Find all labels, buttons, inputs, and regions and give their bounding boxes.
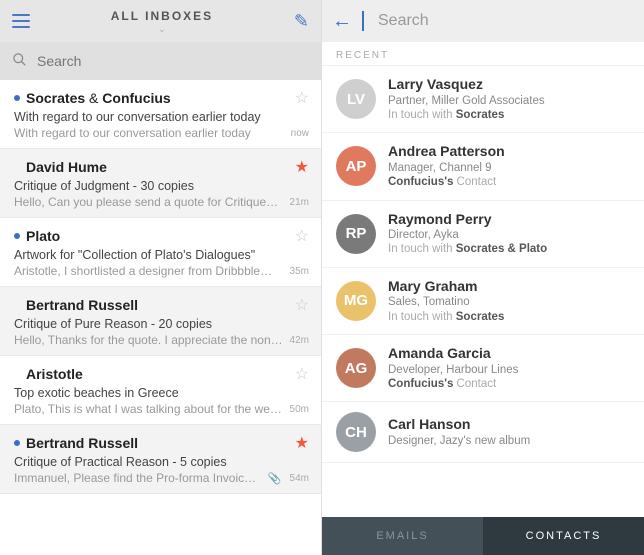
avatar: AG (336, 348, 376, 388)
contact-touch: Confucius's Contact (388, 377, 518, 391)
star-icon[interactable]: ★ (295, 157, 309, 177)
email-row[interactable]: Socrates & Confucius☆ With regard to our … (0, 80, 321, 149)
attachment-icon: 📎 (268, 472, 282, 485)
contacts-search-input[interactable] (378, 12, 634, 30)
email-subject: Critique of Practical Reason - 5 copies (14, 455, 309, 469)
search-icon (12, 52, 27, 71)
contact-text: Larry VasquezPartner, Miller Gold Associ… (388, 76, 545, 122)
contact-list: LV Larry VasquezPartner, Miller Gold Asso… (322, 66, 644, 517)
contact-name: Mary Graham (388, 278, 504, 296)
contact-touch: In touch with Socrates & Plato (388, 242, 547, 256)
contact-text: Mary GrahamSales, TomatinoIn touch with … (388, 278, 504, 324)
contact-touch: In touch with Socrates (388, 108, 545, 122)
email-sender: Socrates & Confucius (26, 90, 295, 106)
contacts-pane: ← RECENT LV Larry VasquezPartner, Miller … (322, 0, 644, 555)
contact-text: Raymond PerryDirector, AykaIn touch with… (388, 211, 547, 257)
contact-role: Director, Ayka (388, 228, 547, 242)
unread-dot-icon (14, 440, 20, 446)
email-sender: Plato (26, 228, 295, 244)
email-row[interactable]: Bertrand Russell☆ Critique of Pure Reason… (0, 287, 321, 356)
star-icon[interactable]: ★ (295, 433, 309, 453)
tab-contacts[interactable]: CONTACTS (483, 517, 644, 555)
contact-role: Manager, Channel 9 (388, 161, 505, 175)
chevron-down-icon: ⌄ (111, 25, 213, 34)
email-subject: Critique of Judgment - 30 copies (14, 179, 309, 193)
contact-role: Sales, Tomatino (388, 295, 504, 309)
star-icon[interactable]: ☆ (295, 88, 309, 108)
email-subject: Artwork for "Collection of Plato's Dialo… (14, 248, 309, 262)
contact-role: Developer, Harbour Lines (388, 363, 518, 377)
star-icon[interactable]: ☆ (295, 295, 309, 315)
contact-row[interactable]: CH Carl HansonDesigner, Jazy's new album (322, 402, 644, 463)
email-row[interactable]: David Hume★ Critique of Judgment - 30 cop… (0, 149, 321, 218)
contact-name: Carl Hanson (388, 416, 530, 434)
avatar: MG (336, 281, 376, 321)
text-cursor (362, 11, 364, 31)
email-sender: Bertrand Russell (26, 297, 295, 313)
contact-row[interactable]: RP Raymond PerryDirector, AykaIn touch wi… (322, 201, 644, 268)
star-icon[interactable]: ☆ (295, 364, 309, 384)
email-subject: Critique of Pure Reason - 20 copies (14, 317, 309, 331)
contact-row[interactable]: AP Andrea PattersonManager, Channel 9Conf… (322, 133, 644, 200)
avatar: AP (336, 146, 376, 186)
email-time: 21m (290, 197, 309, 208)
email-time: 54m (290, 473, 309, 484)
compose-icon[interactable]: ✎ (294, 11, 309, 32)
bottom-tabs: EMAILS CONTACTS (322, 517, 644, 555)
email-sender: Bertrand Russell (26, 435, 295, 451)
tab-emails[interactable]: EMAILS (322, 517, 483, 555)
contact-text: Carl HansonDesigner, Jazy's new album (388, 416, 530, 448)
back-icon[interactable]: ← (332, 10, 352, 33)
email-time: now (291, 128, 309, 139)
contact-text: Amanda GarciaDeveloper, Harbour LinesCon… (388, 345, 518, 391)
email-subject: With regard to our conversation earlier … (14, 110, 309, 124)
contact-touch: In touch with Socrates (388, 310, 504, 324)
contact-touch: Confucius's Contact (388, 175, 505, 189)
avatar: RP (336, 214, 376, 254)
inbox-title-dropdown[interactable]: ALL INBOXES ⌄ (111, 8, 213, 34)
contacts-header: ← (322, 0, 644, 42)
recent-heading: RECENT (322, 42, 644, 66)
contact-name: Larry Vasquez (388, 76, 545, 94)
email-sender: David Hume (26, 159, 295, 175)
unread-dot-icon (14, 95, 20, 101)
email-time: 50m (290, 404, 309, 415)
email-list: Socrates & Confucius☆With regard to our … (0, 80, 321, 555)
unread-dot-icon (14, 233, 20, 239)
menu-icon[interactable] (12, 14, 30, 28)
email-preview: Aristotle, I shortlisted a designer from… (14, 264, 284, 278)
email-time: 42m (290, 335, 309, 346)
email-row[interactable]: Bertrand Russell★ Critique of Practical R… (0, 425, 321, 494)
email-preview: Immanuel, Please find the Pro-forma Invo… (14, 471, 262, 485)
contact-name: Raymond Perry (388, 211, 547, 229)
avatar: LV (336, 79, 376, 119)
star-icon[interactable]: ☆ (295, 226, 309, 246)
contact-text: Andrea PattersonManager, Channel 9Confuc… (388, 143, 505, 189)
contact-row[interactable]: LV Larry VasquezPartner, Miller Gold Asso… (322, 66, 644, 133)
contact-row[interactable]: MG Mary GrahamSales, TomatinoIn touch wit… (322, 268, 644, 335)
email-subject: Top exotic beaches in Greece (14, 386, 309, 400)
inbox-search-bar[interactable] (0, 42, 321, 80)
inbox-title: ALL INBOXES (111, 9, 213, 23)
email-preview: With regard to our conversation earlier … (14, 126, 285, 140)
email-time: 35m (290, 266, 309, 277)
contact-row[interactable]: AG Amanda GarciaDeveloper, Harbour LinesC… (322, 335, 644, 402)
email-preview: Hello, Can you please send a quote for C… (14, 195, 284, 209)
email-preview: Hello, Thanks for the quote. I appreciat… (14, 333, 284, 347)
avatar: CH (336, 412, 376, 452)
contact-role: Designer, Jazy's new album (388, 434, 530, 448)
contact-name: Andrea Patterson (388, 143, 505, 161)
inbox-header: ALL INBOXES ⌄ ✎ (0, 0, 321, 42)
email-preview: Plato, This is what I was talking about … (14, 402, 284, 416)
inbox-pane: ALL INBOXES ⌄ ✎ Socrates & Confucius☆Wit… (0, 0, 322, 555)
email-row[interactable]: Plato☆ Artwork for "Collection of Plato's… (0, 218, 321, 287)
inbox-search-input[interactable] (37, 53, 309, 69)
email-sender: Aristotle (26, 366, 295, 382)
contact-role: Partner, Miller Gold Associates (388, 94, 545, 108)
email-row[interactable]: Aristotle☆ Top exotic beaches in Greece Pl… (0, 356, 321, 425)
contact-name: Amanda Garcia (388, 345, 518, 363)
